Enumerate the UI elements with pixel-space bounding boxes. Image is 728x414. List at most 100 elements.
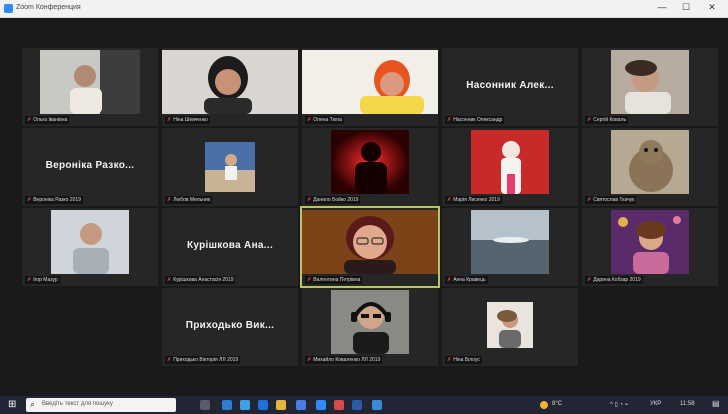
participant-name: Насонник Олександр xyxy=(453,117,503,123)
weather-icon[interactable] xyxy=(540,401,548,409)
participant-silhouette xyxy=(487,302,533,348)
clock[interactable]: 11:58 xyxy=(680,401,695,407)
muted-mic-icon: ✗ xyxy=(587,197,592,203)
participant-name-label: ✗ Михайло Коваленко ЛЛ 2019 xyxy=(305,356,383,364)
participant-video xyxy=(162,50,298,114)
word-icon[interactable] xyxy=(352,400,362,410)
participant-name-label: ✗ Курішкова Анастасія 2019 xyxy=(165,276,236,284)
participant-name-label: ✗ Сергій Коваль xyxy=(585,116,629,124)
store-icon[interactable] xyxy=(258,400,268,410)
participant-video xyxy=(611,50,689,114)
participant-name: Олена Тюпа xyxy=(313,117,342,123)
participant-name-label: ✗ Насонник Олександр xyxy=(445,116,505,124)
participant-display-name: Курішкова Ана... xyxy=(186,240,274,251)
participant-video xyxy=(611,130,689,194)
app-icon[interactable] xyxy=(334,400,344,410)
participant-tile[interactable]: ✗ Олена Тюпа xyxy=(302,48,438,126)
participant-tile[interactable]: ✗ Ігор Мазур xyxy=(22,208,158,286)
chrome-icon[interactable] xyxy=(296,400,306,410)
participant-silhouette xyxy=(618,216,681,274)
maximize-button[interactable]: ☐ xyxy=(676,2,696,13)
notification-icon[interactable]: ▤ xyxy=(712,399,720,408)
participant-name-label: ✗ Вероніка Разко 2019 xyxy=(25,196,83,204)
telegram-icon[interactable] xyxy=(372,400,382,410)
participant-name: Любов Мельник xyxy=(173,197,211,203)
muted-mic-icon: ✗ xyxy=(27,197,32,203)
participant-name-label: ✗ Святослав Ткачук xyxy=(585,196,637,204)
participant-name: Валентина Петрівна xyxy=(313,277,361,283)
participant-tile[interactable]: ✗ Ольга Іванівна xyxy=(22,48,158,126)
participant-silhouette xyxy=(611,50,689,114)
participant-tile[interactable]: Приходько Вик... ✗ Приходько Вікторія ЛЛ … xyxy=(162,288,298,366)
participant-name-label: ✗ Марія Лисенко 2019 xyxy=(445,196,502,204)
participant-display-name: Насонник Алек... xyxy=(466,80,554,91)
participant-silhouette xyxy=(331,130,409,194)
participant-name: Святослав Ткачук xyxy=(593,197,635,203)
mail-icon[interactable] xyxy=(240,400,250,410)
participant-name: Ніна Шевченко xyxy=(173,117,208,123)
muted-mic-icon: ✗ xyxy=(27,277,32,283)
task-view-icon[interactable] xyxy=(200,400,210,410)
participant-tile[interactable]: ✗ Дарина Кобзар 2019 xyxy=(582,208,718,286)
muted-mic-icon: ✗ xyxy=(447,117,452,123)
active-speaker-tile[interactable]: ✗ Валентина Петрівна xyxy=(300,206,440,288)
windows-taskbar: ⊞ ⌕ Введіть текст для пошуку 8°C ^ ▯ ◔ ⌁… xyxy=(0,396,728,414)
participant-photo xyxy=(205,142,255,192)
participant-display-name: Приходько Вик... xyxy=(185,320,275,331)
participant-tile[interactable]: ✗ Михайло Коваленко ЛЛ 2019 xyxy=(302,288,438,366)
participant-tile[interactable]: ✗ Сергій Коваль xyxy=(582,48,718,126)
participant-video xyxy=(611,210,689,274)
participant-tile[interactable]: ✗ Ніна Шевченко xyxy=(162,48,298,126)
participant-silhouette xyxy=(70,50,140,114)
muted-mic-icon: ✗ xyxy=(27,117,32,123)
participant-name-label: ✗ Приходько Вікторія ЛЛ 2019 xyxy=(165,356,241,364)
gallery-view: ✗ Ольга Іванівна ✗ Ніна Шевченко ✗ Олена Тю… xyxy=(0,18,728,396)
close-button[interactable]: ✕ xyxy=(702,2,722,13)
participant-tile[interactable]: ✗ Любов Мельник xyxy=(162,128,298,206)
file-explorer-icon[interactable] xyxy=(276,400,286,410)
participant-display-name: Вероніка Разко... xyxy=(45,160,135,171)
participant-silhouette xyxy=(360,60,424,114)
participant-name: Сергій Коваль xyxy=(593,117,627,123)
zoom-taskbar-icon[interactable] xyxy=(316,400,326,410)
participant-silhouette xyxy=(205,154,255,192)
participant-name-label: ✗ Олена Тюпа xyxy=(305,116,344,124)
participant-tile[interactable]: ✗ Святослав Ткачук xyxy=(582,128,718,206)
language-indicator[interactable]: УКР xyxy=(650,401,661,407)
participant-name-label: ✗ Ніна Білоус xyxy=(445,356,482,364)
participant-name-label: ✗ Валентина Петрівна xyxy=(305,276,363,284)
participant-silhouette xyxy=(344,216,396,274)
participant-name: Ніна Білоус xyxy=(453,357,480,363)
search-icon: ⌕ xyxy=(30,399,36,409)
muted-mic-icon: ✗ xyxy=(307,357,312,363)
participant-name-label: ✗ Любов Мельник xyxy=(165,196,213,204)
participant-silhouette xyxy=(351,302,391,354)
participant-video xyxy=(331,130,409,194)
participant-name: Приходько Вікторія ЛЛ 2019 xyxy=(173,357,239,363)
taskbar-search-box[interactable]: ⌕ Введіть текст для пошуку xyxy=(26,398,176,412)
participant-tile[interactable]: ✗ Данило Бойко 2019 xyxy=(302,128,438,206)
participant-name-label: ✗ Дарина Кобзар 2019 xyxy=(585,276,643,284)
participant-name-label: ✗ Ольга Іванівна xyxy=(25,116,70,124)
participant-tile[interactable]: Курішкова Ана... ✗ Курішкова Анастасія 20… xyxy=(162,208,298,286)
tray-icons[interactable]: ^ ▯ ◔ ⌁ xyxy=(610,401,628,408)
edge-browser-icon[interactable] xyxy=(222,400,232,410)
muted-mic-icon: ✗ xyxy=(167,197,172,203)
muted-mic-icon: ✗ xyxy=(307,117,312,123)
participant-tile[interactable]: ✗ Ніна Білоус xyxy=(442,288,578,366)
participant-photo xyxy=(487,302,533,348)
participant-silhouette xyxy=(204,56,252,114)
muted-mic-icon: ✗ xyxy=(447,357,452,363)
window-title: Zoom Конференция xyxy=(16,4,81,11)
participant-tile[interactable]: ✗ Марія Лисенко 2019 xyxy=(442,128,578,206)
participant-tile[interactable]: Вероніка Разко... ✗ Вероніка Разко 2019 xyxy=(22,128,158,206)
participant-video xyxy=(302,50,438,114)
windows-start-icon[interactable]: ⊞ xyxy=(8,400,18,410)
participant-tile[interactable]: ✗ Анна Кравець xyxy=(442,208,578,286)
zoom-app-icon xyxy=(4,4,13,13)
participant-name: Вероніка Разко 2019 xyxy=(33,197,81,203)
background-image xyxy=(471,210,549,274)
participant-tile[interactable]: Насонник Алек... ✗ Насонник Олександр xyxy=(442,48,578,126)
muted-mic-icon: ✗ xyxy=(447,197,452,203)
minimize-button[interactable]: — xyxy=(652,2,672,12)
